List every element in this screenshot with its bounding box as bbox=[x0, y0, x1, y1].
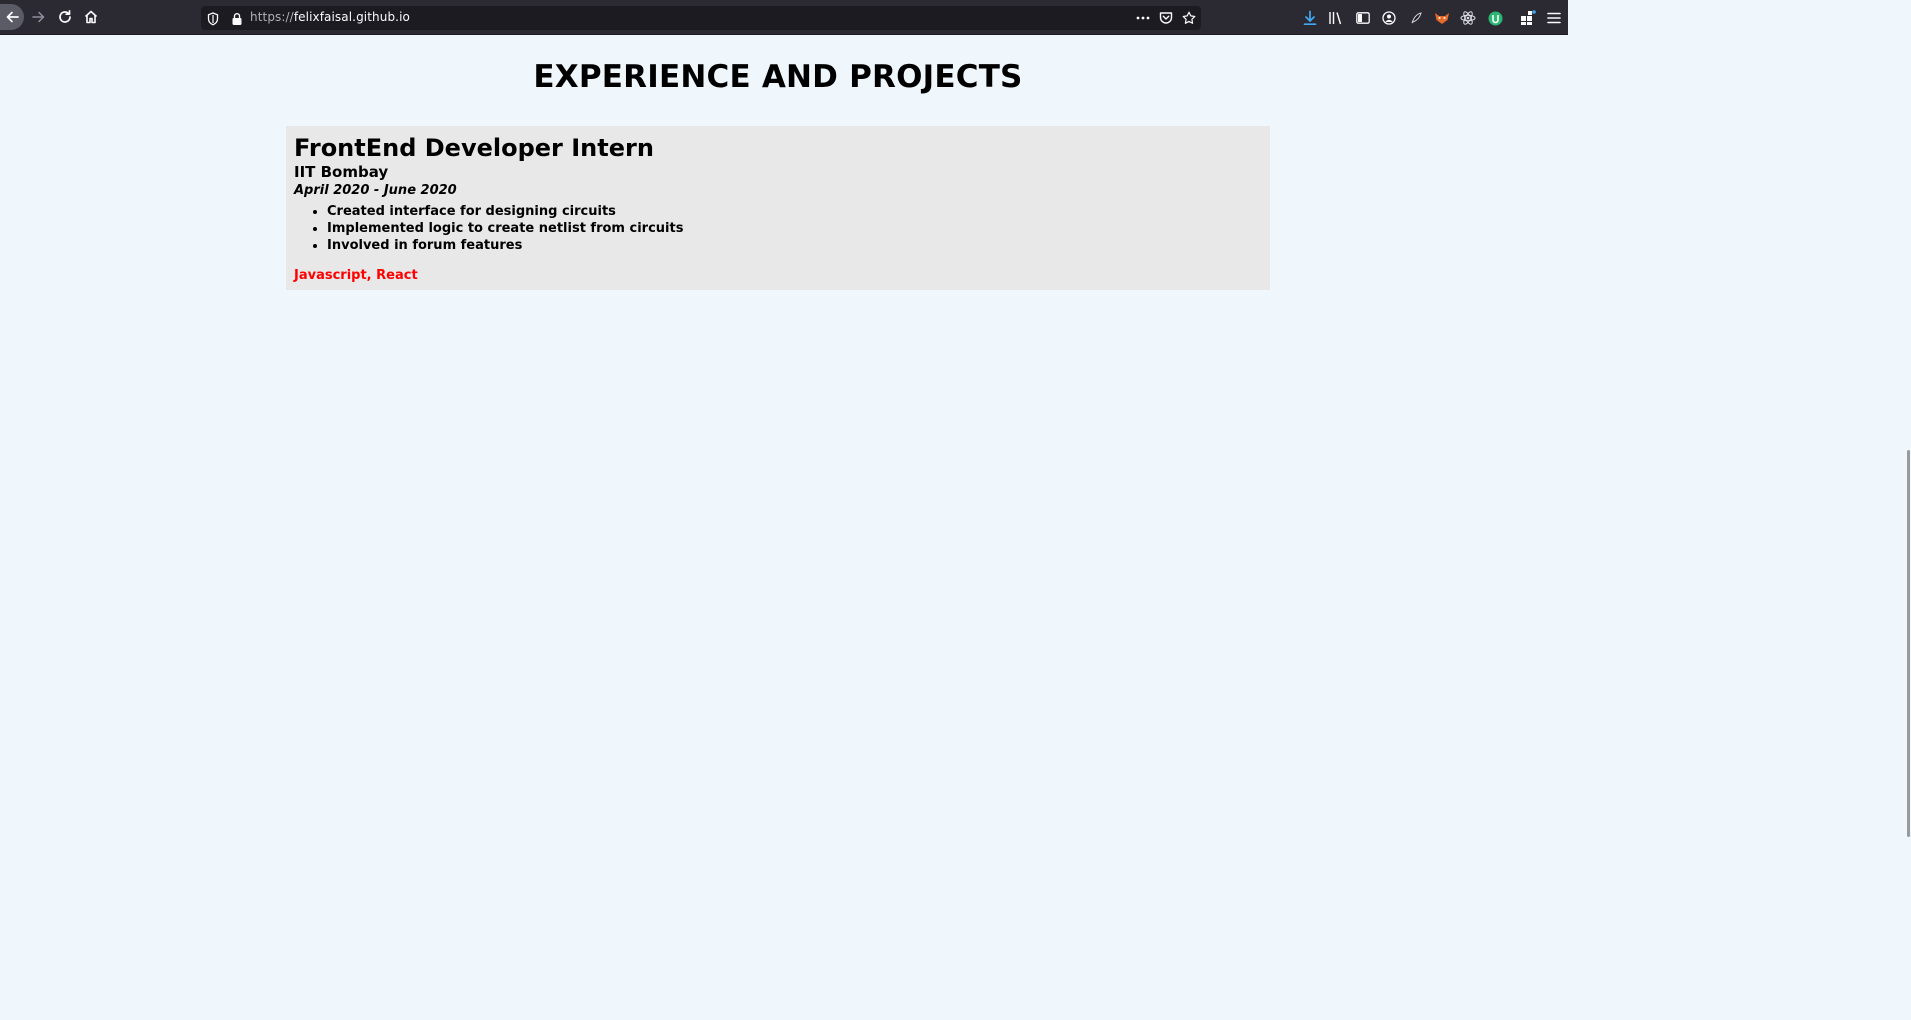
list-item: Involved in forum features bbox=[327, 237, 1262, 254]
experience-company: IIT Bombay bbox=[294, 163, 389, 181]
download-icon[interactable] bbox=[1302, 10, 1318, 26]
home-icon bbox=[84, 10, 98, 24]
experience-dates: April 2020 - June 2020 bbox=[294, 183, 457, 198]
browser-toolbar: https://felixfaisal.github.io bbox=[0, 0, 1568, 35]
url-text[interactable]: https://felixfaisal.github.io bbox=[250, 10, 410, 24]
experience-role: FrontEnd Developer Intern bbox=[294, 134, 654, 162]
extension-feather-icon[interactable] bbox=[1408, 10, 1424, 26]
shield-icon[interactable] bbox=[207, 11, 219, 30]
experience-card: FrontEnd Developer Intern IIT Bombay Apr… bbox=[286, 126, 1270, 290]
extensions-puzzle-icon[interactable] bbox=[1520, 10, 1536, 26]
list-item: Created interface for designing circuits bbox=[327, 203, 1262, 220]
back-button[interactable] bbox=[0, 4, 24, 30]
page-title: EXPERIENCE AND PROJECTS bbox=[533, 59, 1023, 95]
url-host: felixfaisal.github.io bbox=[293, 10, 410, 24]
experience-points: Created interface for designing circuits… bbox=[294, 203, 1262, 254]
extension-react-icon[interactable] bbox=[1460, 10, 1476, 26]
back-arrow-icon bbox=[6, 11, 19, 23]
account-icon[interactable] bbox=[1381, 10, 1397, 26]
sidebar-icon[interactable] bbox=[1355, 10, 1371, 26]
extension-green-circle-icon[interactable] bbox=[1487, 10, 1503, 26]
forward-arrow-icon bbox=[32, 11, 45, 23]
reload-button[interactable] bbox=[53, 5, 77, 29]
url-scheme: https:// bbox=[250, 10, 294, 24]
vertical-scrollbar[interactable] bbox=[1905, 35, 1911, 837]
scrollbar-thumb[interactable] bbox=[1907, 450, 1910, 837]
more-dots-icon[interactable] bbox=[1135, 11, 1151, 25]
star-icon[interactable] bbox=[1182, 11, 1196, 25]
reload-icon bbox=[59, 9, 71, 23]
lock-icon[interactable] bbox=[231, 11, 243, 30]
experience-skills: Javascript, React bbox=[294, 268, 418, 283]
extension-fox-icon[interactable] bbox=[1434, 10, 1450, 26]
pocket-icon[interactable] bbox=[1159, 11, 1173, 25]
page-content: EXPERIENCE AND PROJECTS FrontEnd Develop… bbox=[0, 35, 1562, 837]
list-item: Implemented logic to create netlist from… bbox=[327, 220, 1262, 237]
url-bar[interactable]: https://felixfaisal.github.io bbox=[201, 6, 1201, 30]
hamburger-menu-icon[interactable] bbox=[1546, 10, 1562, 26]
forward-button[interactable] bbox=[27, 5, 51, 29]
home-button[interactable] bbox=[79, 5, 103, 29]
library-icon[interactable] bbox=[1328, 10, 1344, 26]
